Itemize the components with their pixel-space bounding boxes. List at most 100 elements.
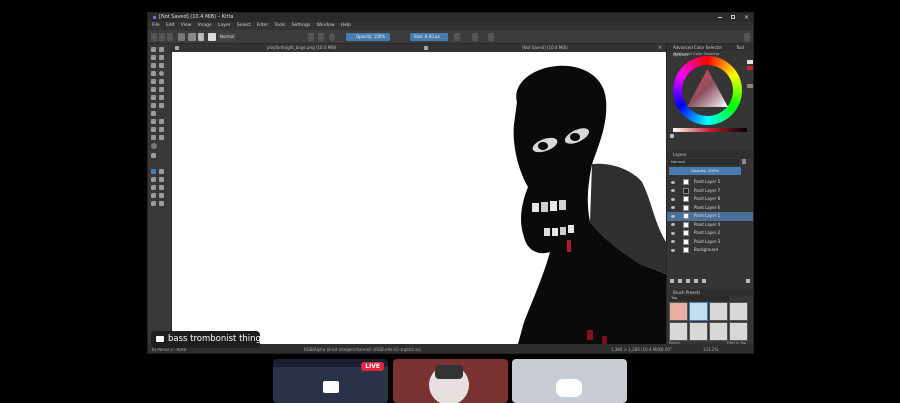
layer-properties-icon[interactable] [702,279,706,283]
brush-preset-item[interactable] [709,302,728,321]
fg-bg-color-icon[interactable] [198,33,204,41]
mirror-vertical-icon[interactable] [472,33,478,41]
color-swatch-red[interactable] [747,66,753,70]
calligraphy-icon[interactable] [159,55,164,60]
eraser-icon[interactable] [308,33,314,41]
save-icon[interactable] [167,33,173,41]
menu-tools[interactable]: Tools [274,23,285,28]
close-tab-icon[interactable]: × [658,44,662,52]
color-swatch-light[interactable] [747,60,753,64]
similar-select-icon[interactable] [159,185,164,190]
smart-patch-icon[interactable] [159,127,164,132]
layer-row-selected[interactable]: Paint Layer 1 [667,212,753,221]
color-history-strip[interactable] [673,128,747,132]
mirror-horizontal-icon[interactable] [454,33,460,41]
color-settings-icon[interactable] [670,134,674,138]
visibility-eye-icon[interactable] [671,248,675,252]
duplicate-layer-icon[interactable] [678,279,682,283]
participant-tile[interactable] [393,359,508,403]
brush-preset-item[interactable] [729,302,748,321]
chevron-down-icon[interactable] [435,365,463,379]
select-shape-icon[interactable] [151,47,156,52]
contiguous-select-icon[interactable] [151,185,156,190]
visibility-eye-icon[interactable] [671,206,675,209]
opacity-slider[interactable]: Opacity: 100% [346,33,390,41]
magnetic-select-icon[interactable] [159,193,164,198]
layer-filter-icon[interactable] [742,159,746,164]
measure-tool-icon[interactable] [151,153,156,158]
layer-row[interactable]: Paint Layer 2 [667,229,753,238]
move-layer-up-icon[interactable] [694,279,698,283]
pressure-icon[interactable] [329,33,335,41]
brush-tool-icon[interactable] [151,63,156,68]
layer-blend-mode-select[interactable]: Normal [669,159,739,165]
stream-thumbnail-live[interactable]: LIVE [273,359,388,403]
ellipse-select-icon[interactable] [159,169,164,174]
add-layer-icon[interactable] [670,279,674,283]
enclose-fill-icon[interactable] [159,135,164,140]
menu-image[interactable]: Image [198,23,212,28]
colorize-mask-icon[interactable] [151,127,156,132]
gradient-icon[interactable] [178,33,185,41]
brush-preset-item[interactable] [669,302,688,321]
bezier-select-icon[interactable] [151,193,156,198]
layer-row[interactable]: Paint Layer 8 [667,195,753,204]
visibility-eye-icon[interactable] [671,189,675,192]
layer-row[interactable]: Background [667,246,753,255]
menu-help[interactable]: Help [341,23,351,28]
menu-layer[interactable]: Layer [218,23,231,28]
alpha-lock-icon[interactable] [318,33,324,41]
ellipse-tool-icon[interactable] [159,71,164,76]
size-slider[interactable]: Size: 8.00 px [410,33,448,41]
line-tool-icon[interactable] [159,63,164,68]
pan-tool-icon[interactable] [159,201,164,206]
layer-row[interactable]: Paint Layer 6 [667,204,753,213]
pattern-icon[interactable] [188,33,196,41]
tab-document-2[interactable]: [Not Saved] (10.4 MiB) [522,44,568,52]
fill-tool-icon[interactable] [151,135,156,140]
visibility-eye-icon[interactable] [671,197,675,201]
dynamic-brush-icon[interactable] [151,95,156,100]
brush-preset-item[interactable] [689,322,708,341]
layer-row[interactable]: Paint Layer 3 [667,238,753,247]
gradient-tool-icon[interactable] [151,119,156,124]
brush-preset-icon[interactable] [208,33,216,41]
freehand-path-icon[interactable] [159,87,164,92]
blend-mode-select[interactable]: Normal [218,33,236,41]
menu-settings[interactable]: Settings [292,23,311,28]
rect-select-icon[interactable] [151,169,156,174]
visibility-eye-icon[interactable] [671,180,675,184]
text-tool-icon[interactable] [159,47,164,52]
brush-preset-item[interactable] [689,302,708,321]
visibility-eye-icon[interactable] [671,223,675,226]
brush-preset-item[interactable] [729,322,748,341]
maximize-icon[interactable] [731,15,735,19]
menu-filter[interactable]: Filter [257,23,268,28]
freehand-select-icon[interactable] [159,177,164,182]
crop-tool-icon[interactable] [151,111,156,116]
brush-tag-select[interactable]: Tag [669,296,729,301]
status-rotation[interactable]: 0.00° [661,344,672,353]
color-picker-icon[interactable] [159,119,164,124]
visibility-eye-icon[interactable] [671,231,675,235]
edit-shape-icon[interactable] [151,55,156,60]
status-zoom[interactable]: 131.2% [703,344,718,353]
polygon-select-icon[interactable] [151,177,156,182]
rectangle-tool-icon[interactable] [151,71,156,76]
visibility-eye-icon[interactable] [671,214,675,218]
polyline-tool-icon[interactable] [159,79,164,84]
drawing-canvas[interactable] [172,52,666,344]
color-swatch-grey[interactable] [747,84,753,88]
tab-advanced-color-selector[interactable]: Advanced Color Selector [673,45,722,50]
assistant-tool-icon[interactable] [151,143,157,149]
minimize-icon[interactable] [718,17,722,18]
color-triangle[interactable] [682,65,733,116]
layer-row[interactable]: Paint Layer 7 [667,187,753,196]
tab-document-1[interactable]: playfordnight_bage.png (10.4 MiB) [267,44,336,52]
layer-row[interactable]: Paint Layer 5 [667,178,753,187]
dock-toggle-icon[interactable] [744,33,750,41]
transform-tool-icon[interactable] [151,103,156,108]
delete-layer-icon[interactable] [746,279,750,283]
brush-preset-item[interactable] [669,322,688,341]
menu-view[interactable]: View [181,23,192,28]
